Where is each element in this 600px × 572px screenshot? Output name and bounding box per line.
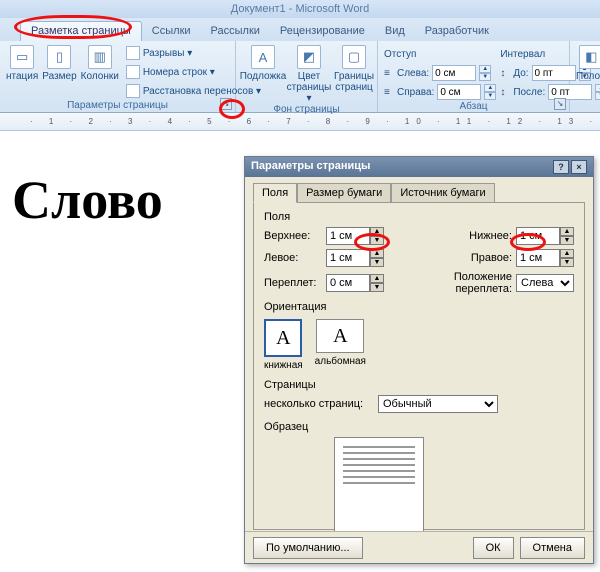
landscape-icon: A — [316, 319, 364, 353]
portrait-icon: A — [264, 319, 302, 357]
horizontal-ruler[interactable]: · 1 · 2 · 3 · 4 · 5 · 6 · 7 · 8 · 9 · 10… — [0, 113, 600, 131]
tab-developer[interactable]: Разработчик — [415, 22, 499, 41]
spinner[interactable]: ▲▼ — [370, 249, 384, 267]
spacing-before-input[interactable] — [532, 65, 576, 81]
ok-button[interactable]: ОК — [473, 537, 514, 559]
document-text: Слово — [12, 169, 163, 231]
size-icon: ▯ — [47, 45, 71, 69]
dialog-title: Параметры страницы — [251, 160, 370, 174]
spinner[interactable]: ▲▼ — [479, 65, 491, 81]
margin-top-input[interactable] — [326, 227, 370, 245]
spinner[interactable]: ▲▼ — [484, 84, 496, 100]
size-button[interactable]: ▯Размер — [42, 43, 76, 100]
spinner[interactable]: ▲▼ — [560, 227, 574, 245]
sample-label: Образец — [264, 421, 574, 433]
indent-right-icon: ≡ — [384, 87, 394, 98]
spacing-heading: Интервал — [500, 49, 545, 60]
indent-left-icon: ≡ — [384, 68, 394, 79]
tab-margins[interactable]: Поля — [253, 183, 297, 203]
pages-label: Страницы — [264, 379, 574, 391]
spinner[interactable]: ▲▼ — [370, 274, 384, 292]
position-button[interactable]: ◧Полож — [576, 43, 600, 112]
group-label: Параметры страницы — [6, 100, 229, 112]
paragraph-launcher[interactable]: ↘ — [554, 98, 566, 110]
preview-thumbnail — [334, 437, 424, 537]
dialog-footer: По умолчанию... ОК Отмена — [245, 531, 593, 563]
group-paragraph: Отступ ≡Слева:▲▼ ≡Справа:▲▼ Интервал ↕До… — [378, 41, 570, 112]
margin-bottom-input[interactable] — [516, 227, 560, 245]
tab-view[interactable]: Вид — [375, 22, 415, 41]
page-color-icon: ◩ — [297, 45, 321, 69]
close-button[interactable]: × — [571, 160, 587, 174]
multiple-pages-select[interactable]: Обычный — [378, 395, 498, 413]
margin-left-input[interactable] — [326, 249, 370, 267]
orientation-icon: ▭ — [10, 45, 34, 69]
gutter-position-select[interactable]: Слева — [516, 274, 574, 292]
hyphenation-icon — [126, 84, 140, 98]
group-page-setup: ▭нтация ▯Размер ▥Колонки Разрывы ▾ Номер… — [0, 41, 236, 112]
tab-mailings[interactable]: Рассылки — [201, 22, 270, 41]
margin-right-input[interactable] — [516, 249, 560, 267]
page-setup-dialog: Параметры страницы ? × Поля Размер бумаг… — [244, 156, 594, 564]
spacing-after-icon: ↕ — [500, 87, 510, 98]
help-button[interactable]: ? — [553, 160, 569, 174]
group-arrange: ◧Полож — [570, 41, 600, 112]
cancel-button[interactable]: Отмена — [520, 537, 585, 559]
tab-paper[interactable]: Размер бумаги — [297, 183, 391, 203]
ribbon: ▭нтация ▯Размер ▥Колонки Разрывы ▾ Номер… — [0, 41, 600, 113]
spacing-before-icon: ↕ — [500, 68, 510, 79]
gutter-input[interactable] — [326, 274, 370, 292]
default-button[interactable]: По умолчанию... — [253, 537, 363, 559]
margins-label: Поля — [264, 211, 574, 223]
ribbon-tabs: Разметка страницы Ссылки Рассылки Реценз… — [0, 18, 600, 41]
orientation-label: Ориентация — [264, 301, 574, 313]
group-label: Абзац — [384, 101, 563, 112]
indent-right-input[interactable] — [437, 84, 481, 100]
group-label: Фон страницы — [242, 104, 371, 115]
columns-button[interactable]: ▥Колонки — [81, 43, 119, 100]
breaks-icon — [126, 46, 140, 60]
columns-icon: ▥ — [88, 45, 112, 69]
spinner[interactable]: ▲▼ — [560, 249, 574, 267]
tab-links[interactable]: Ссылки — [142, 22, 201, 41]
page-setup-launcher[interactable]: ↘ — [220, 98, 232, 110]
orientation-landscape[interactable]: Aальбомная — [315, 319, 366, 371]
position-icon: ◧ — [579, 45, 600, 69]
page-color-button[interactable]: ◩Цвет страницы ▾ — [288, 43, 330, 104]
tab-review[interactable]: Рецензирование — [270, 22, 375, 41]
tab-source[interactable]: Источник бумаги — [391, 183, 494, 203]
indent-left-input[interactable] — [432, 65, 476, 81]
indent-heading: Отступ — [384, 49, 416, 60]
page-borders-icon: ▢ — [342, 45, 366, 69]
title-bar: Документ1 - Microsoft Word — [0, 0, 600, 18]
dialog-tabs: Поля Размер бумаги Источник бумаги — [245, 177, 593, 203]
orientation-button[interactable]: ▭нтация — [6, 43, 38, 100]
orientation-portrait[interactable]: Aкнижная — [264, 319, 303, 371]
spinner[interactable]: ▲▼ — [370, 227, 384, 245]
tab-page-layout[interactable]: Разметка страницы — [20, 21, 142, 41]
watermark-button[interactable]: AПодложка — [242, 43, 284, 104]
line-numbers-icon — [126, 65, 140, 79]
dialog-panel: Поля Верхнее:▲▼ Нижнее:▲▼ Левое:▲▼ Право… — [253, 202, 585, 530]
dialog-titlebar[interactable]: Параметры страницы ? × — [245, 157, 593, 177]
page-borders-button[interactable]: ▢Границы страниц — [334, 43, 374, 104]
watermark-icon: A — [251, 45, 275, 69]
group-page-background: AПодложка ◩Цвет страницы ▾ ▢Границы стра… — [236, 41, 378, 112]
